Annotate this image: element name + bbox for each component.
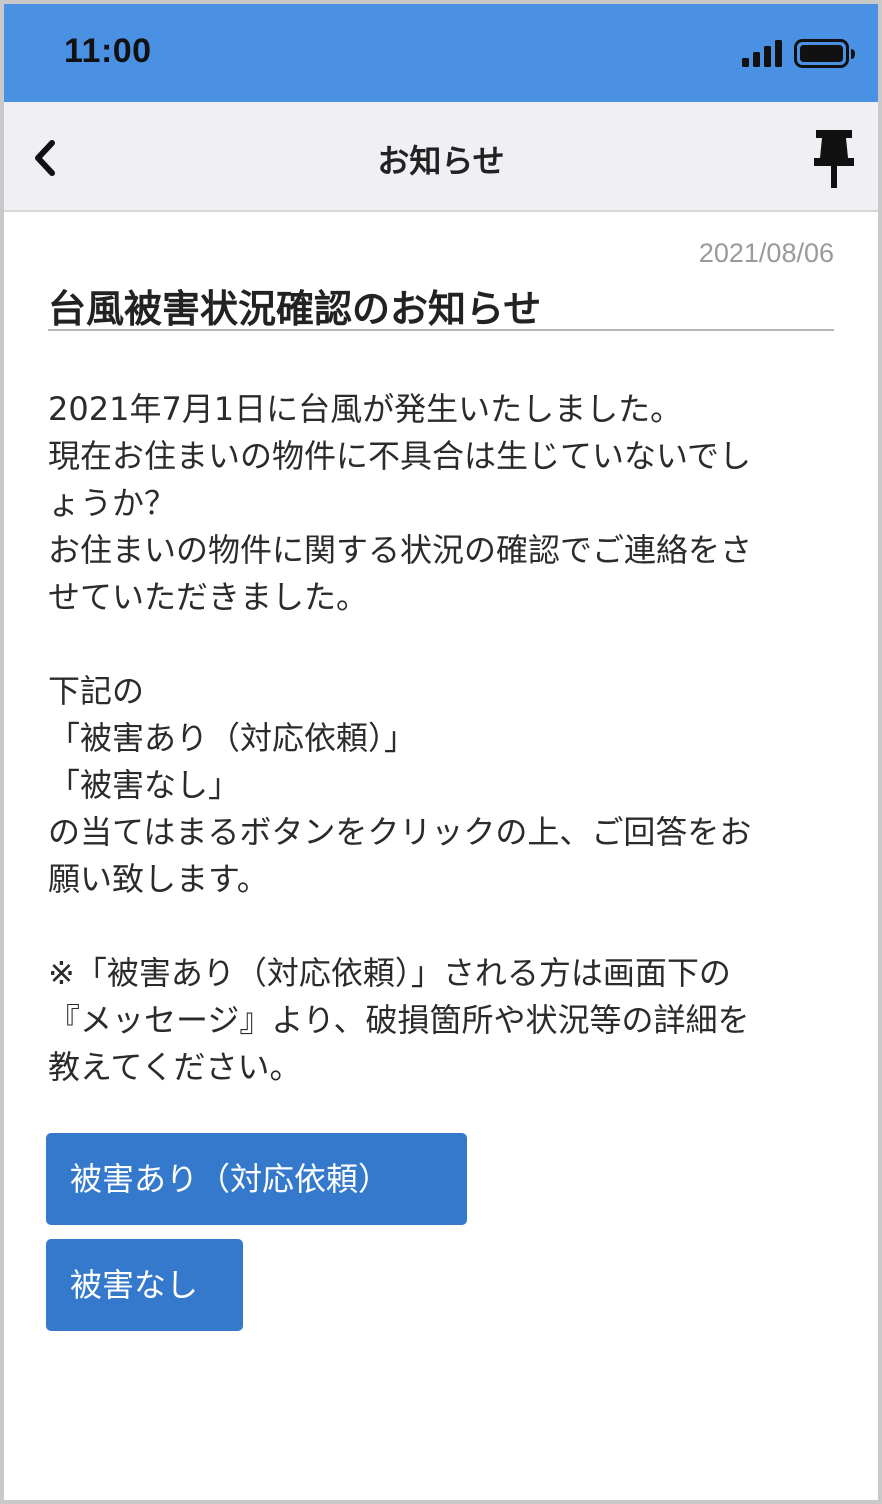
notice-body: 2021年7月1日に台風が発生いたしました。 現在お住まいの物件に不具合は生じて… <box>48 386 834 1091</box>
body-line: 「被害あり（対応依頼）」 <box>48 719 417 757</box>
body-line: ※「被害あり（対応依頼）」される方は画面下の <box>48 954 731 992</box>
body-line: 願い致します。 <box>48 860 269 898</box>
nav-title: お知らせ <box>377 142 505 180</box>
pushpin-icon[interactable] <box>810 128 858 192</box>
body-spacer <box>48 621 834 668</box>
body-line: の当てはまるボタンをクリックの上、ご回答をお <box>48 813 752 851</box>
notice-title: 台風被害状況確認のお知らせ <box>48 287 542 331</box>
body-line: 下記の <box>48 672 145 710</box>
notice-date: 2021/08/06 <box>698 238 834 268</box>
navigation-bar: お知らせ <box>4 102 878 212</box>
body-line: 「被害なし」 <box>48 766 241 804</box>
status-time: 11:00 <box>64 32 152 70</box>
phone-screen: 11:00 お知らせ 2021/08/06 台風被害状況確認のお知らせ 2021… <box>0 0 882 1504</box>
body-line: お住まいの物件に関する状況の確認でご連絡をさ <box>48 531 753 569</box>
body-line: 現在お住まいの物件に不具合は生じていないでし <box>48 437 752 475</box>
damage-no-button[interactable]: 被害なし <box>46 1239 243 1331</box>
body-line: 『メッセージ』より、破損箇所や状況等の詳細を <box>48 1001 750 1039</box>
battery-full-icon <box>794 39 855 68</box>
cellular-signal-icon <box>742 40 782 67</box>
body-line: せていただきました。 <box>48 578 369 616</box>
damage-yes-button[interactable]: 被害あり（対応依頼） <box>46 1133 467 1225</box>
status-bar: 11:00 <box>4 4 878 102</box>
body-line: ょうか？ <box>48 484 177 522</box>
body-line: 教えてください。 <box>48 1048 302 1086</box>
title-divider <box>48 329 834 331</box>
body-line: 2021年7月1日に台風が発生いたしました。 <box>48 390 683 428</box>
body-spacer <box>48 903 834 950</box>
